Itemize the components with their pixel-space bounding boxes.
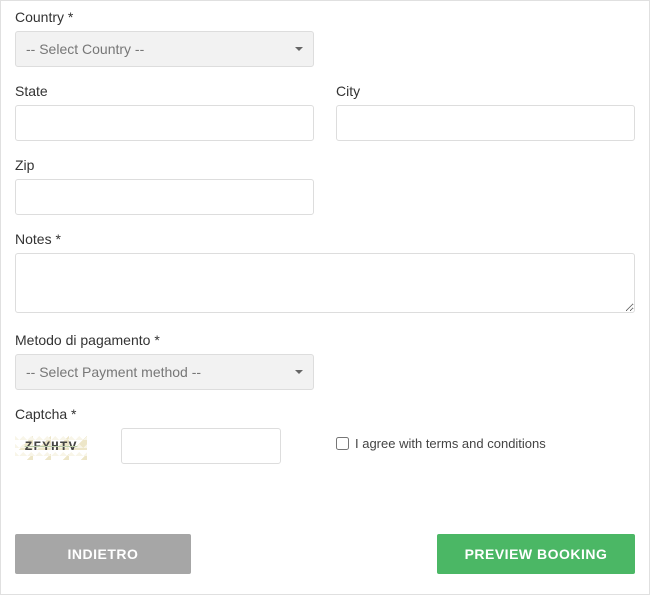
- terms-label[interactable]: I agree with terms and conditions: [355, 436, 546, 451]
- state-input[interactable]: [15, 105, 314, 141]
- notes-label: Notes *: [15, 231, 635, 247]
- country-select[interactable]: -- Select Country --: [15, 31, 314, 67]
- preview-button[interactable]: PREVIEW BOOKING: [437, 534, 635, 574]
- payment-field-group: Metodo di pagamento * -- Select Payment …: [15, 332, 314, 390]
- back-button[interactable]: INDIETRO: [15, 534, 191, 574]
- state-field-group: State: [15, 83, 314, 141]
- zip-field-group: Zip: [15, 157, 314, 215]
- terms-group: I agree with terms and conditions: [336, 406, 546, 451]
- captcha-row: Captcha * ZFYHTV I agree with terms and …: [15, 406, 635, 464]
- captcha-inner: ZFYHTV: [15, 428, 314, 464]
- notes-field-group: Notes *: [15, 231, 635, 316]
- country-label: Country *: [15, 9, 314, 25]
- captcha-input[interactable]: [121, 428, 281, 464]
- state-label: State: [15, 83, 314, 99]
- zip-input[interactable]: [15, 179, 314, 215]
- notes-textarea[interactable]: [15, 253, 635, 313]
- country-field-group: Country * -- Select Country --: [15, 9, 314, 67]
- payment-select[interactable]: -- Select Payment method --: [15, 354, 314, 390]
- city-input[interactable]: [336, 105, 635, 141]
- captcha-field-group: Captcha * ZFYHTV: [15, 406, 314, 464]
- payment-label: Metodo di pagamento *: [15, 332, 314, 348]
- zip-label: Zip: [15, 157, 314, 173]
- captcha-image: ZFYHTV: [15, 432, 87, 460]
- captcha-label: Captcha *: [15, 406, 314, 422]
- booking-form: Country * -- Select Country -- State Cit…: [0, 0, 650, 595]
- button-row: INDIETRO PREVIEW BOOKING: [15, 534, 635, 574]
- terms-checkbox[interactable]: [336, 437, 349, 450]
- city-label: City: [336, 83, 635, 99]
- city-field-group: City: [336, 83, 635, 141]
- state-city-row: State City: [15, 83, 635, 157]
